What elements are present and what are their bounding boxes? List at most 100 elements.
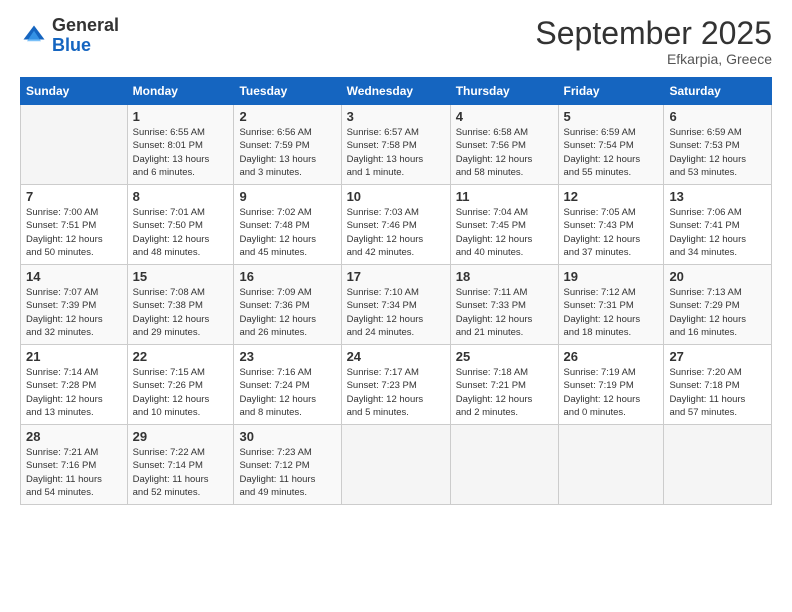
day-info: Sunrise: 6:56 AMSunset: 7:59 PMDaylight:… <box>239 126 335 179</box>
day-number: 23 <box>239 349 335 364</box>
cell-0-0 <box>21 105 128 185</box>
month-title: September 2025 <box>535 16 772 51</box>
cell-0-2: 2Sunrise: 6:56 AMSunset: 7:59 PMDaylight… <box>234 105 341 185</box>
week-row-2: 14Sunrise: 7:07 AMSunset: 7:39 PMDayligh… <box>21 265 772 345</box>
header-row: Sunday Monday Tuesday Wednesday Thursday… <box>21 78 772 105</box>
col-monday: Monday <box>127 78 234 105</box>
cell-4-3 <box>341 425 450 505</box>
day-number: 11 <box>456 189 553 204</box>
day-number: 4 <box>456 109 553 124</box>
calendar-page: General Blue September 2025 Efkarpia, Gr… <box>0 0 792 612</box>
logo-text: General Blue <box>52 16 119 56</box>
day-info: Sunrise: 7:15 AMSunset: 7:26 PMDaylight:… <box>133 366 229 419</box>
day-info: Sunrise: 7:16 AMSunset: 7:24 PMDaylight:… <box>239 366 335 419</box>
day-number: 29 <box>133 429 229 444</box>
cell-0-1: 1Sunrise: 6:55 AMSunset: 8:01 PMDaylight… <box>127 105 234 185</box>
day-info: Sunrise: 7:08 AMSunset: 7:38 PMDaylight:… <box>133 286 229 339</box>
day-number: 24 <box>347 349 445 364</box>
day-info: Sunrise: 7:21 AMSunset: 7:16 PMDaylight:… <box>26 446 122 499</box>
cell-0-6: 6 Sunrise: 6:59 AMSunset: 7:53 PMDaylight… <box>664 105 772 185</box>
day-number: 30 <box>239 429 335 444</box>
cell-1-3: 10 Sunrise: 7:03 AMSunset: 7:46 PMDayligh… <box>341 185 450 265</box>
logo-blue: Blue <box>52 35 91 55</box>
cell-2-5: 19Sunrise: 7:12 AMSunset: 7:31 PMDayligh… <box>558 265 664 345</box>
cell-2-3: 17 Sunrise: 7:10 AMSunset: 7:34 PMDayligh… <box>341 265 450 345</box>
calendar-header: Sunday Monday Tuesday Wednesday Thursday… <box>21 78 772 105</box>
day-info: Sunrise: 7:11 AMSunset: 7:33 PMDaylight:… <box>456 286 553 339</box>
cell-3-5: 26 Sunrise: 7:19 AMSunset: 7:19 PMDayligh… <box>558 345 664 425</box>
day-info: Sunrise: 7:19 AMSunset: 7:19 PMDaylight:… <box>564 366 659 419</box>
day-number: 17 <box>347 269 445 284</box>
day-number: 5 <box>564 109 659 124</box>
header: General Blue September 2025 Efkarpia, Gr… <box>20 16 772 67</box>
cell-2-0: 14Sunrise: 7:07 AMSunset: 7:39 PMDayligh… <box>21 265 128 345</box>
cell-1-1: 8Sunrise: 7:01 AMSunset: 7:50 PMDaylight… <box>127 185 234 265</box>
day-number: 9 <box>239 189 335 204</box>
day-number: 13 <box>669 189 766 204</box>
day-number: 1 <box>133 109 229 124</box>
cell-3-6: 27Sunrise: 7:20 AMSunset: 7:18 PMDayligh… <box>664 345 772 425</box>
cell-1-6: 13 Sunrise: 7:06 AMSunset: 7:41 PMDayligh… <box>664 185 772 265</box>
day-info: Sunrise: 6:57 AMSunset: 7:58 PMDaylight:… <box>347 126 445 179</box>
logo: General Blue <box>20 16 119 56</box>
logo-icon <box>20 22 48 50</box>
cell-0-3: 3 Sunrise: 6:57 AMSunset: 7:58 PMDaylight… <box>341 105 450 185</box>
day-info: Sunrise: 7:14 AMSunset: 7:28 PMDaylight:… <box>26 366 122 419</box>
day-number: 6 <box>669 109 766 124</box>
day-info: Sunrise: 7:05 AMSunset: 7:43 PMDaylight:… <box>564 206 659 259</box>
cell-3-4: 25 Sunrise: 7:18 AMSunset: 7:21 PMDayligh… <box>450 345 558 425</box>
day-number: 15 <box>133 269 229 284</box>
title-block: September 2025 Efkarpia, Greece <box>535 16 772 67</box>
day-info: Sunrise: 7:22 AMSunset: 7:14 PMDaylight:… <box>133 446 229 499</box>
day-number: 22 <box>133 349 229 364</box>
day-info: Sunrise: 7:06 AMSunset: 7:41 PMDaylight:… <box>669 206 766 259</box>
col-saturday: Saturday <box>664 78 772 105</box>
week-row-0: 1Sunrise: 6:55 AMSunset: 8:01 PMDaylight… <box>21 105 772 185</box>
cell-4-4 <box>450 425 558 505</box>
cell-2-6: 20 Sunrise: 7:13 AMSunset: 7:29 PMDayligh… <box>664 265 772 345</box>
cell-0-4: 4 Sunrise: 6:58 AMSunset: 7:56 PMDaylight… <box>450 105 558 185</box>
day-number: 16 <box>239 269 335 284</box>
cell-2-2: 16Sunrise: 7:09 AMSunset: 7:36 PMDayligh… <box>234 265 341 345</box>
cell-3-0: 21Sunrise: 7:14 AMSunset: 7:28 PMDayligh… <box>21 345 128 425</box>
cell-4-6 <box>664 425 772 505</box>
day-info: Sunrise: 7:02 AMSunset: 7:48 PMDaylight:… <box>239 206 335 259</box>
week-row-1: 7 Sunrise: 7:00 AMSunset: 7:51 PMDaylight… <box>21 185 772 265</box>
location: Efkarpia, Greece <box>535 51 772 67</box>
day-info: Sunrise: 7:04 AMSunset: 7:45 PMDaylight:… <box>456 206 553 259</box>
cell-4-1: 29 Sunrise: 7:22 AMSunset: 7:14 PMDayligh… <box>127 425 234 505</box>
day-info: Sunrise: 7:03 AMSunset: 7:46 PMDaylight:… <box>347 206 445 259</box>
day-number: 25 <box>456 349 553 364</box>
day-info: Sunrise: 7:18 AMSunset: 7:21 PMDaylight:… <box>456 366 553 419</box>
week-row-4: 28 Sunrise: 7:21 AMSunset: 7:16 PMDayligh… <box>21 425 772 505</box>
week-row-3: 21Sunrise: 7:14 AMSunset: 7:28 PMDayligh… <box>21 345 772 425</box>
cell-3-3: 24Sunrise: 7:17 AMSunset: 7:23 PMDayligh… <box>341 345 450 425</box>
day-info: Sunrise: 7:00 AMSunset: 7:51 PMDaylight:… <box>26 206 122 259</box>
day-info: Sunrise: 6:59 AMSunset: 7:53 PMDaylight:… <box>669 126 766 179</box>
day-info: Sunrise: 6:58 AMSunset: 7:56 PMDaylight:… <box>456 126 553 179</box>
day-number: 20 <box>669 269 766 284</box>
cell-1-4: 11 Sunrise: 7:04 AMSunset: 7:45 PMDayligh… <box>450 185 558 265</box>
day-info: Sunrise: 7:01 AMSunset: 7:50 PMDaylight:… <box>133 206 229 259</box>
day-info: Sunrise: 7:23 AMSunset: 7:12 PMDaylight:… <box>239 446 335 499</box>
calendar-body: 1Sunrise: 6:55 AMSunset: 8:01 PMDaylight… <box>21 105 772 505</box>
col-sunday: Sunday <box>21 78 128 105</box>
cell-3-2: 23 Sunrise: 7:16 AMSunset: 7:24 PMDayligh… <box>234 345 341 425</box>
day-info: Sunrise: 7:13 AMSunset: 7:29 PMDaylight:… <box>669 286 766 339</box>
day-info: Sunrise: 7:10 AMSunset: 7:34 PMDaylight:… <box>347 286 445 339</box>
day-info: Sunrise: 6:59 AMSunset: 7:54 PMDaylight:… <box>564 126 659 179</box>
cell-4-0: 28 Sunrise: 7:21 AMSunset: 7:16 PMDayligh… <box>21 425 128 505</box>
cell-4-2: 30 Sunrise: 7:23 AMSunset: 7:12 PMDayligh… <box>234 425 341 505</box>
col-wednesday: Wednesday <box>341 78 450 105</box>
day-number: 26 <box>564 349 659 364</box>
day-number: 10 <box>347 189 445 204</box>
day-number: 18 <box>456 269 553 284</box>
day-info: Sunrise: 7:20 AMSunset: 7:18 PMDaylight:… <box>669 366 766 419</box>
logo-general: General <box>52 15 119 35</box>
day-number: 3 <box>347 109 445 124</box>
col-tuesday: Tuesday <box>234 78 341 105</box>
cell-3-1: 22 Sunrise: 7:15 AMSunset: 7:26 PMDayligh… <box>127 345 234 425</box>
day-number: 7 <box>26 189 122 204</box>
day-number: 19 <box>564 269 659 284</box>
day-number: 28 <box>26 429 122 444</box>
